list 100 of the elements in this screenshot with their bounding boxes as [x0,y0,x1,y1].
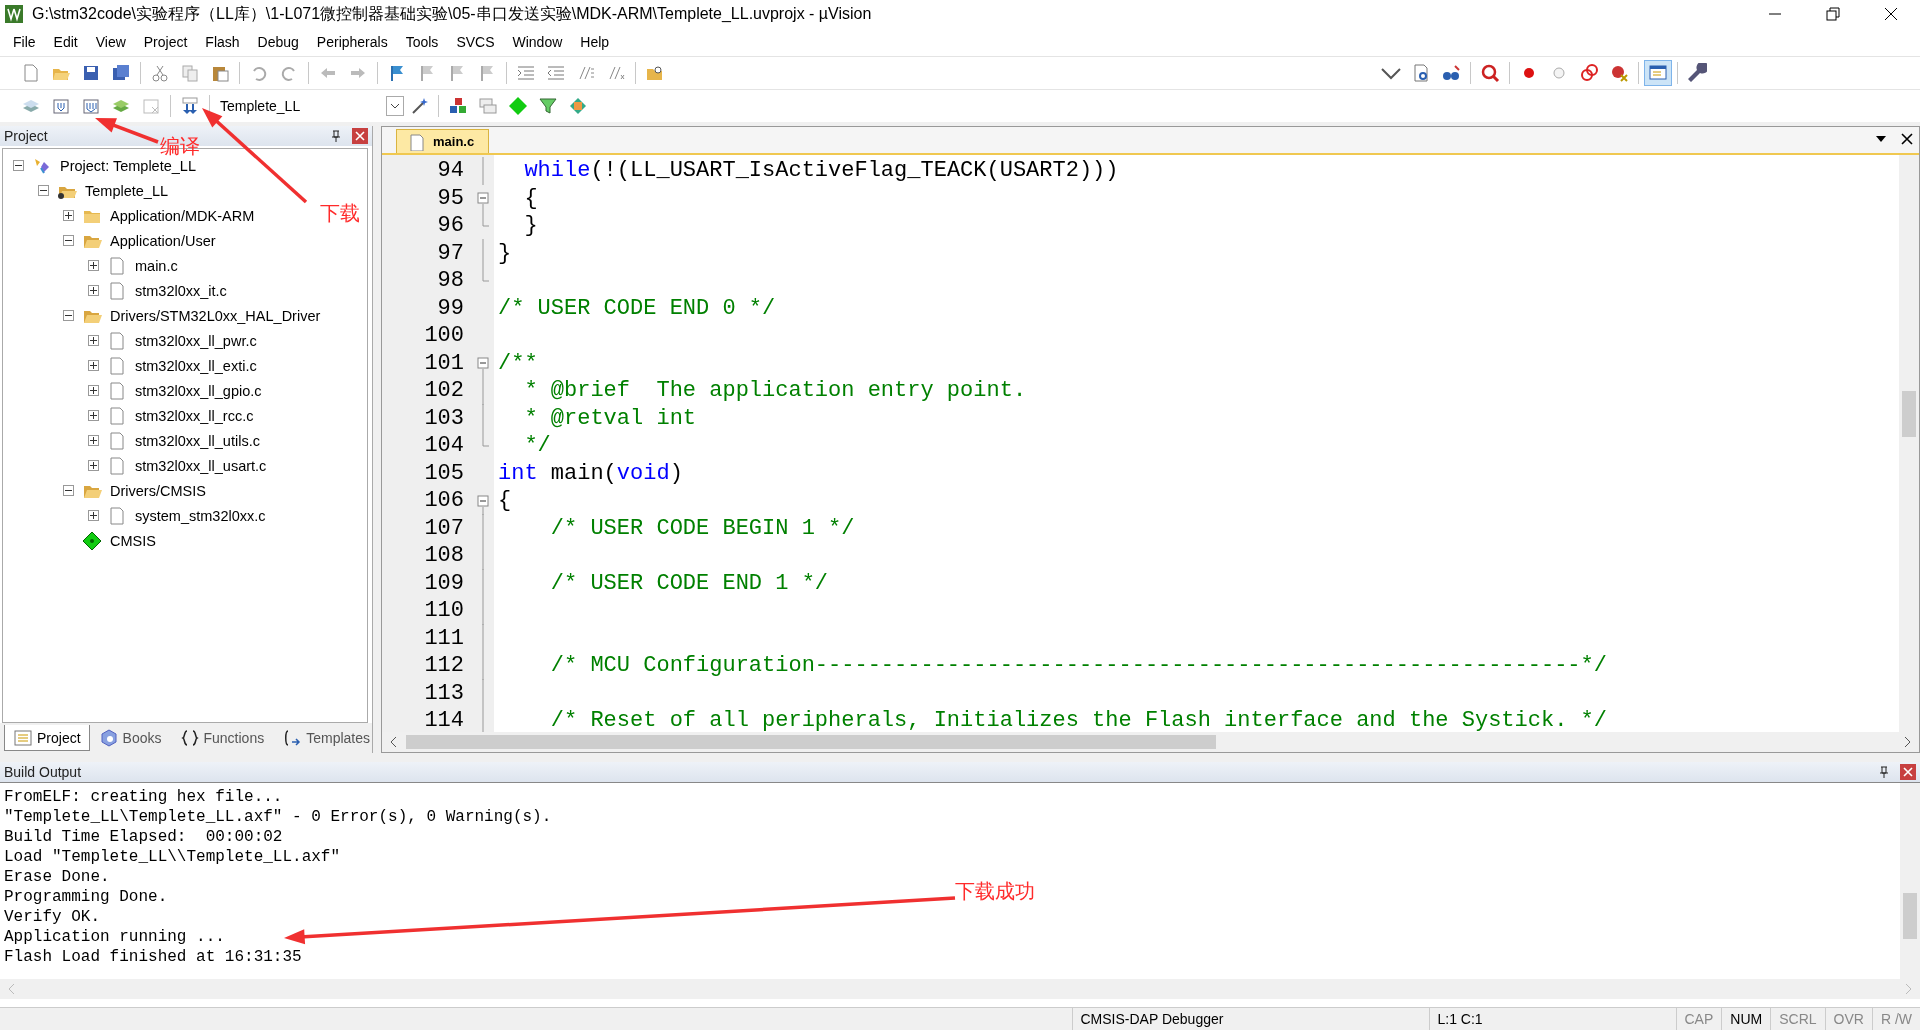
save-all-icon [111,63,131,83]
plus-icon [90,262,97,269]
panel-tab[interactable]: Functions [170,725,274,751]
code-line: */ [523,433,551,459]
tree-item[interactable]: stm32l0xx_ll_gpio.c [135,382,262,399]
collapse-toggle[interactable] [63,235,74,246]
code-line: int main(void) [497,460,683,486]
line-number: 105 [423,459,465,487]
file-icon [107,355,127,376]
file-icon [407,132,425,151]
menu-item[interactable]: View [86,34,135,50]
code-line: /* USER CODE END 0 */ [497,295,776,321]
expand-toggle[interactable] [88,460,99,471]
panel-tab[interactable]: Books [89,725,171,751]
tree-item[interactable]: Project: Templete_LL [60,157,196,174]
line-number: 108 [423,542,465,570]
tree-item[interactable]: system_stm32l0xx.c [135,507,266,524]
horizontal-scrollbar[interactable] [382,732,1919,752]
plus-icon [90,437,97,444]
menu-item[interactable]: SVCS [447,34,504,50]
fold-line [482,239,484,268]
wrench-icon [1687,63,1707,83]
file-tab[interactable]: main.c [396,129,490,153]
tree-item[interactable]: main.c [135,257,178,274]
key-indicator: OVR [1824,1008,1872,1030]
file-icon [107,430,127,451]
expand-toggle[interactable] [88,435,99,446]
panel-tab[interactable]: Project [4,725,90,751]
fold-end [482,212,489,227]
plus-icon [90,362,97,369]
tree-item[interactable]: Drivers/STM32L0xx_HAL_Driver [110,307,321,324]
expand-toggle[interactable] [88,260,99,271]
expand-toggle[interactable] [88,410,99,421]
menu-item[interactable]: File [4,34,45,50]
output-line: Application running ... [4,927,225,947]
vertical-scrollbar[interactable] [1899,155,1919,732]
menu-item[interactable]: Help [571,34,619,50]
tree-item[interactable]: CMSIS [110,532,156,549]
menu-item[interactable]: Project [134,34,197,50]
menu-item[interactable]: Peripherals [307,34,397,50]
folder-search-icon [645,63,665,83]
menu-item[interactable]: Debug [248,34,308,50]
target-dropdown[interactable]: Templete_LL [214,95,404,117]
code-line: } [523,213,538,239]
expand-toggle[interactable] [88,360,99,371]
template-icon [282,727,303,748]
vertical-scrollbar[interactable] [1900,783,1920,979]
save-icon [81,63,101,83]
project-window-icon [13,727,33,748]
code-line: { [523,185,538,211]
expand-toggle[interactable] [88,510,99,521]
expand-toggle[interactable] [63,210,74,221]
line-number: 111 [423,624,465,652]
tree-item[interactable]: stm32l0xx_it.c [135,282,227,299]
minimize-icon [1769,13,1781,15]
tree-item[interactable]: stm32l0xx_ll_rcc.c [135,407,254,424]
tree-item[interactable]: stm32l0xx_ll_usart.c [135,457,267,474]
panel-title: Build Output [4,764,82,780]
menu-item[interactable]: Flash [196,34,249,50]
expand-toggle[interactable] [88,285,99,296]
cursor-position: L:1 C:1 [1428,1008,1676,1030]
plus-icon [90,462,97,469]
line-number: 95 [436,184,465,212]
tree-item[interactable]: Templete_LL [85,182,169,199]
panel-tab[interactable]: Templates [273,725,379,751]
horizontal-scrollbar[interactable] [0,979,1920,999]
collapse-toggle[interactable] [13,160,24,171]
menu-item[interactable]: Tools [396,34,448,50]
output-line: FromELF: creating hex file... [4,787,283,807]
expand-toggle[interactable] [88,385,99,396]
menu-item[interactable]: Window [503,34,572,50]
expand-toggle[interactable] [88,335,99,346]
binoculars-icon [1441,63,1461,83]
output-line: Programming Done. [4,887,168,907]
output-line: "Templete_LL\Templete_LL.axf" - 0 Error(s), 0 Warning(s). [4,807,552,827]
stop-build-icon [141,96,161,116]
components-icon [448,96,468,116]
tree-item[interactable]: Application/User [110,232,216,249]
code-line: /* USER CODE BEGIN 1 */ [549,515,855,541]
code-line: while(!(LL_USART_IsActiveFlag_TEACK(USART2))) [523,158,1119,184]
braces-icon [179,727,200,748]
line-number: 100 [423,322,465,350]
tree-item[interactable]: stm32l0xx_ll_utils.c [135,432,260,449]
key-indicator: CAP [1675,1008,1722,1030]
line-number: 104 [423,432,465,460]
collapse-toggle[interactable] [63,310,74,321]
line-number: 101 [423,349,465,377]
file-icon [107,255,127,276]
collapse-toggle[interactable] [38,185,49,196]
tree-item[interactable]: Application/MDK-ARM [110,207,255,224]
tree-item[interactable]: stm32l0xx_ll_pwr.c [135,332,257,349]
collapse-toggle[interactable] [63,485,74,496]
line-number: 106 [423,487,465,515]
window-button[interactable] [1644,60,1672,86]
panel-title: Project [4,128,48,144]
tree-item[interactable]: stm32l0xx_ll_exti.c [135,357,257,374]
tree-item[interactable]: Drivers/CMSIS [110,482,206,499]
new-file-icon [21,63,41,83]
plus-icon [90,512,97,519]
menu-item[interactable]: Edit [44,34,87,50]
